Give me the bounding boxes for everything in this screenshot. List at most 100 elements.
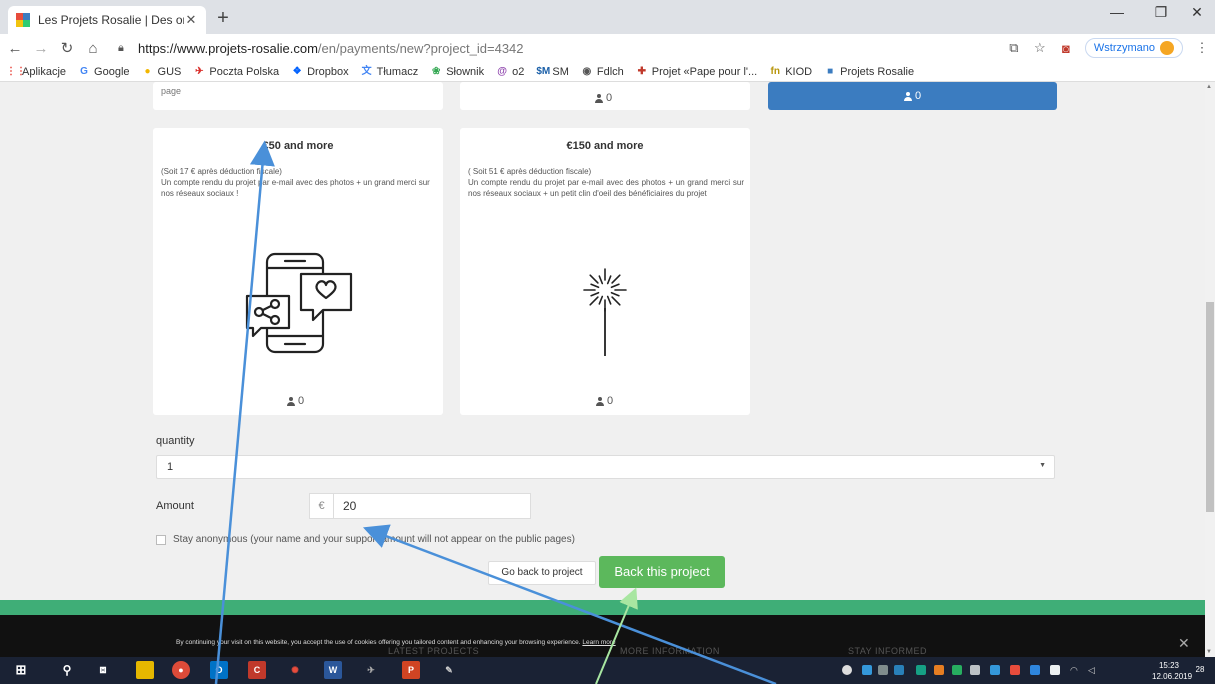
windows-start-icon[interactable]: ⊞ bbox=[12, 661, 30, 679]
maximize-icon[interactable]: ❐ bbox=[1146, 4, 1176, 21]
bookmark-o2[interactable]: @ o2 bbox=[496, 66, 524, 78]
scrollbar-thumb[interactable] bbox=[1206, 302, 1214, 512]
person-icon bbox=[287, 396, 295, 406]
red-app-icon[interactable]: C bbox=[248, 661, 266, 679]
bookmark-kiod[interactable]: fn KIOD bbox=[769, 66, 812, 78]
poczta-icon: ✈ bbox=[195, 65, 204, 77]
file-explorer-icon[interactable] bbox=[136, 661, 154, 679]
cookie-learn-more-link[interactable]: Learn more bbox=[582, 639, 615, 646]
tab-close-icon[interactable]: ✕ bbox=[184, 12, 198, 28]
avatar-icon bbox=[1160, 41, 1174, 55]
sparkler-ray bbox=[589, 274, 599, 284]
tray-app-icon[interactable] bbox=[952, 665, 962, 675]
cookie-close-icon[interactable]: ✕ bbox=[1178, 635, 1190, 652]
media-app-icon[interactable]: ✈ bbox=[362, 661, 380, 679]
bookmark-projets-rosalie[interactable]: ■ Projets Rosalie bbox=[824, 66, 914, 78]
sparkler-ray bbox=[598, 275, 604, 285]
amount-input-group: € 20 bbox=[309, 493, 531, 519]
bookmark-dropbox[interactable]: ❖ Dropbox bbox=[291, 66, 349, 78]
sparkler-ray bbox=[611, 274, 621, 284]
clock-time: 15:23 bbox=[1158, 661, 1180, 670]
bookmark-sm[interactable]: $M SM bbox=[536, 66, 569, 78]
page-scrollbar[interactable]: ▲ ▼ bbox=[1205, 82, 1215, 657]
rosalie-icon: ■ bbox=[827, 65, 834, 77]
outlook-icon[interactable]: O bbox=[210, 661, 228, 679]
extension-shield-icon[interactable]: ◙ bbox=[1053, 41, 1079, 56]
word-icon[interactable]: W bbox=[324, 661, 342, 679]
reload-icon[interactable]: ↻ bbox=[56, 39, 78, 57]
tray-app-icon[interactable] bbox=[934, 665, 944, 675]
scroll-up-icon[interactable]: ▲ bbox=[1206, 84, 1212, 90]
tray-app-icon[interactable] bbox=[916, 665, 926, 675]
reward-card-top-2[interactable]: 0 bbox=[460, 82, 750, 110]
gus-icon: ● bbox=[144, 65, 151, 77]
wifi-icon[interactable]: ◠ bbox=[1070, 665, 1080, 675]
sparkler-ray bbox=[610, 283, 620, 289]
translate-page-icon[interactable]: ⧉ bbox=[1001, 40, 1027, 56]
url-host: https://www.projets-rosalie.com bbox=[138, 40, 318, 56]
new-tab-plus-icon[interactable]: + bbox=[211, 7, 235, 29]
bookmark-google[interactable]: G Google bbox=[78, 66, 129, 78]
tray-app-icon[interactable] bbox=[894, 665, 904, 675]
window-close-icon[interactable]: ✕ bbox=[1182, 4, 1212, 21]
tray-app-icon[interactable] bbox=[970, 665, 980, 675]
powerpoint-icon[interactable]: P bbox=[402, 661, 420, 679]
reward-card-top-3-selected[interactable]: 0 bbox=[768, 82, 1057, 110]
taskbar-clock[interactable]: 15:23 12.06.2019 bbox=[1152, 660, 1192, 682]
amount-input[interactable]: 20 bbox=[333, 493, 531, 519]
chrome-icon[interactable]: ● bbox=[172, 661, 190, 679]
go-back-button[interactable]: Go back to project bbox=[488, 561, 596, 585]
reward-card-150[interactable]: €150 and more ( Soit 51 € après déductio… bbox=[460, 128, 750, 415]
bookmark-gus[interactable]: ● GUS bbox=[142, 65, 181, 78]
quantity-select[interactable]: 1 ▼ bbox=[156, 455, 1055, 479]
menu-dots-icon[interactable]: ⋮ bbox=[1189, 40, 1215, 56]
sparkler-ray bbox=[589, 296, 599, 306]
bookmark-poczta-polska[interactable]: ✈ Poczta Polska bbox=[193, 66, 279, 78]
minimize-icon[interactable]: — bbox=[1102, 4, 1132, 20]
task-view-icon[interactable]: ⧈ bbox=[94, 661, 112, 679]
dropbox-icon: ❖ bbox=[292, 65, 302, 77]
sparkler-ray bbox=[606, 275, 612, 285]
bookmark-aplikacje[interactable]: ⋮⋮ Aplikacje bbox=[6, 66, 66, 78]
tray-app-icon[interactable] bbox=[1050, 665, 1060, 675]
home-icon[interactable]: ⌂ bbox=[82, 40, 104, 57]
back-project-button[interactable]: Back this project bbox=[599, 556, 725, 588]
anonymous-checkbox-row[interactable]: Stay anonymous (your name and your suppo… bbox=[156, 534, 575, 545]
bookmark-fdlch[interactable]: ◉ Fdlch bbox=[581, 65, 624, 78]
bookmark-label: Fdlch bbox=[596, 65, 624, 78]
forward-arrow-icon[interactable]: → bbox=[30, 40, 52, 57]
notification-center-icon[interactable]: 28 bbox=[1192, 662, 1208, 678]
scroll-down-icon[interactable]: ▼ bbox=[1206, 649, 1212, 655]
tray-bluetooth-icon[interactable] bbox=[842, 665, 852, 675]
reward-card-top-1[interactable]: page bbox=[153, 82, 443, 110]
back-arrow-icon[interactable]: ← bbox=[4, 40, 26, 57]
tray-app-icon[interactable] bbox=[878, 665, 888, 675]
tray-app-icon[interactable] bbox=[1010, 665, 1020, 675]
volume-icon[interactable]: ◁ bbox=[1088, 665, 1098, 675]
search-icon[interactable]: ⚲ bbox=[58, 661, 76, 679]
bookmark-label: Aplikacje bbox=[22, 65, 67, 78]
bookmark-projet-pape-pour-l[interactable]: ✚ Projet «Pape pour l'... bbox=[636, 65, 758, 78]
anonymous-checkbox[interactable] bbox=[156, 534, 166, 545]
bookmark-t-umacz[interactable]: 文 Tłumacz bbox=[361, 66, 419, 78]
tray-app-icon[interactable] bbox=[990, 665, 1000, 675]
profile-button[interactable]: Wstrzymano bbox=[1084, 38, 1183, 58]
tray-app-icon[interactable] bbox=[862, 665, 872, 675]
bookmark-star-icon[interactable]: ☆ bbox=[1027, 40, 1053, 56]
bookmark-label: Projet «Pape pour l'... bbox=[651, 65, 758, 78]
tray-app-icon[interactable] bbox=[1030, 665, 1040, 675]
projet-icon: ✚ bbox=[637, 65, 646, 77]
flash-app-icon[interactable]: ✺ bbox=[286, 661, 304, 679]
currency-addon: € bbox=[309, 493, 333, 519]
card-text-fragment: page bbox=[161, 86, 182, 96]
paint-icon[interactable]: ✎ bbox=[440, 661, 458, 679]
cookie-banner: By continuing your visit on this website… bbox=[176, 639, 616, 646]
bookmark-s-ownik[interactable]: ❀ Słownik bbox=[430, 66, 484, 78]
bookmark-label: Słownik bbox=[446, 65, 485, 78]
bookmark-label: Dropbox bbox=[307, 65, 349, 78]
url-field[interactable]: 🔒︎ https://www.projets-rosalie.com/en/pa… bbox=[118, 37, 1018, 59]
reward-card-50[interactable]: €50 and more (Soit 17 € après déduction … bbox=[153, 128, 443, 415]
lock-icon: 🔒︎ bbox=[118, 41, 124, 54]
quantity-label: quantity bbox=[156, 435, 195, 447]
browser-tab[interactable]: Les Projets Rosalie | Des ordinate ✕ bbox=[8, 6, 206, 34]
